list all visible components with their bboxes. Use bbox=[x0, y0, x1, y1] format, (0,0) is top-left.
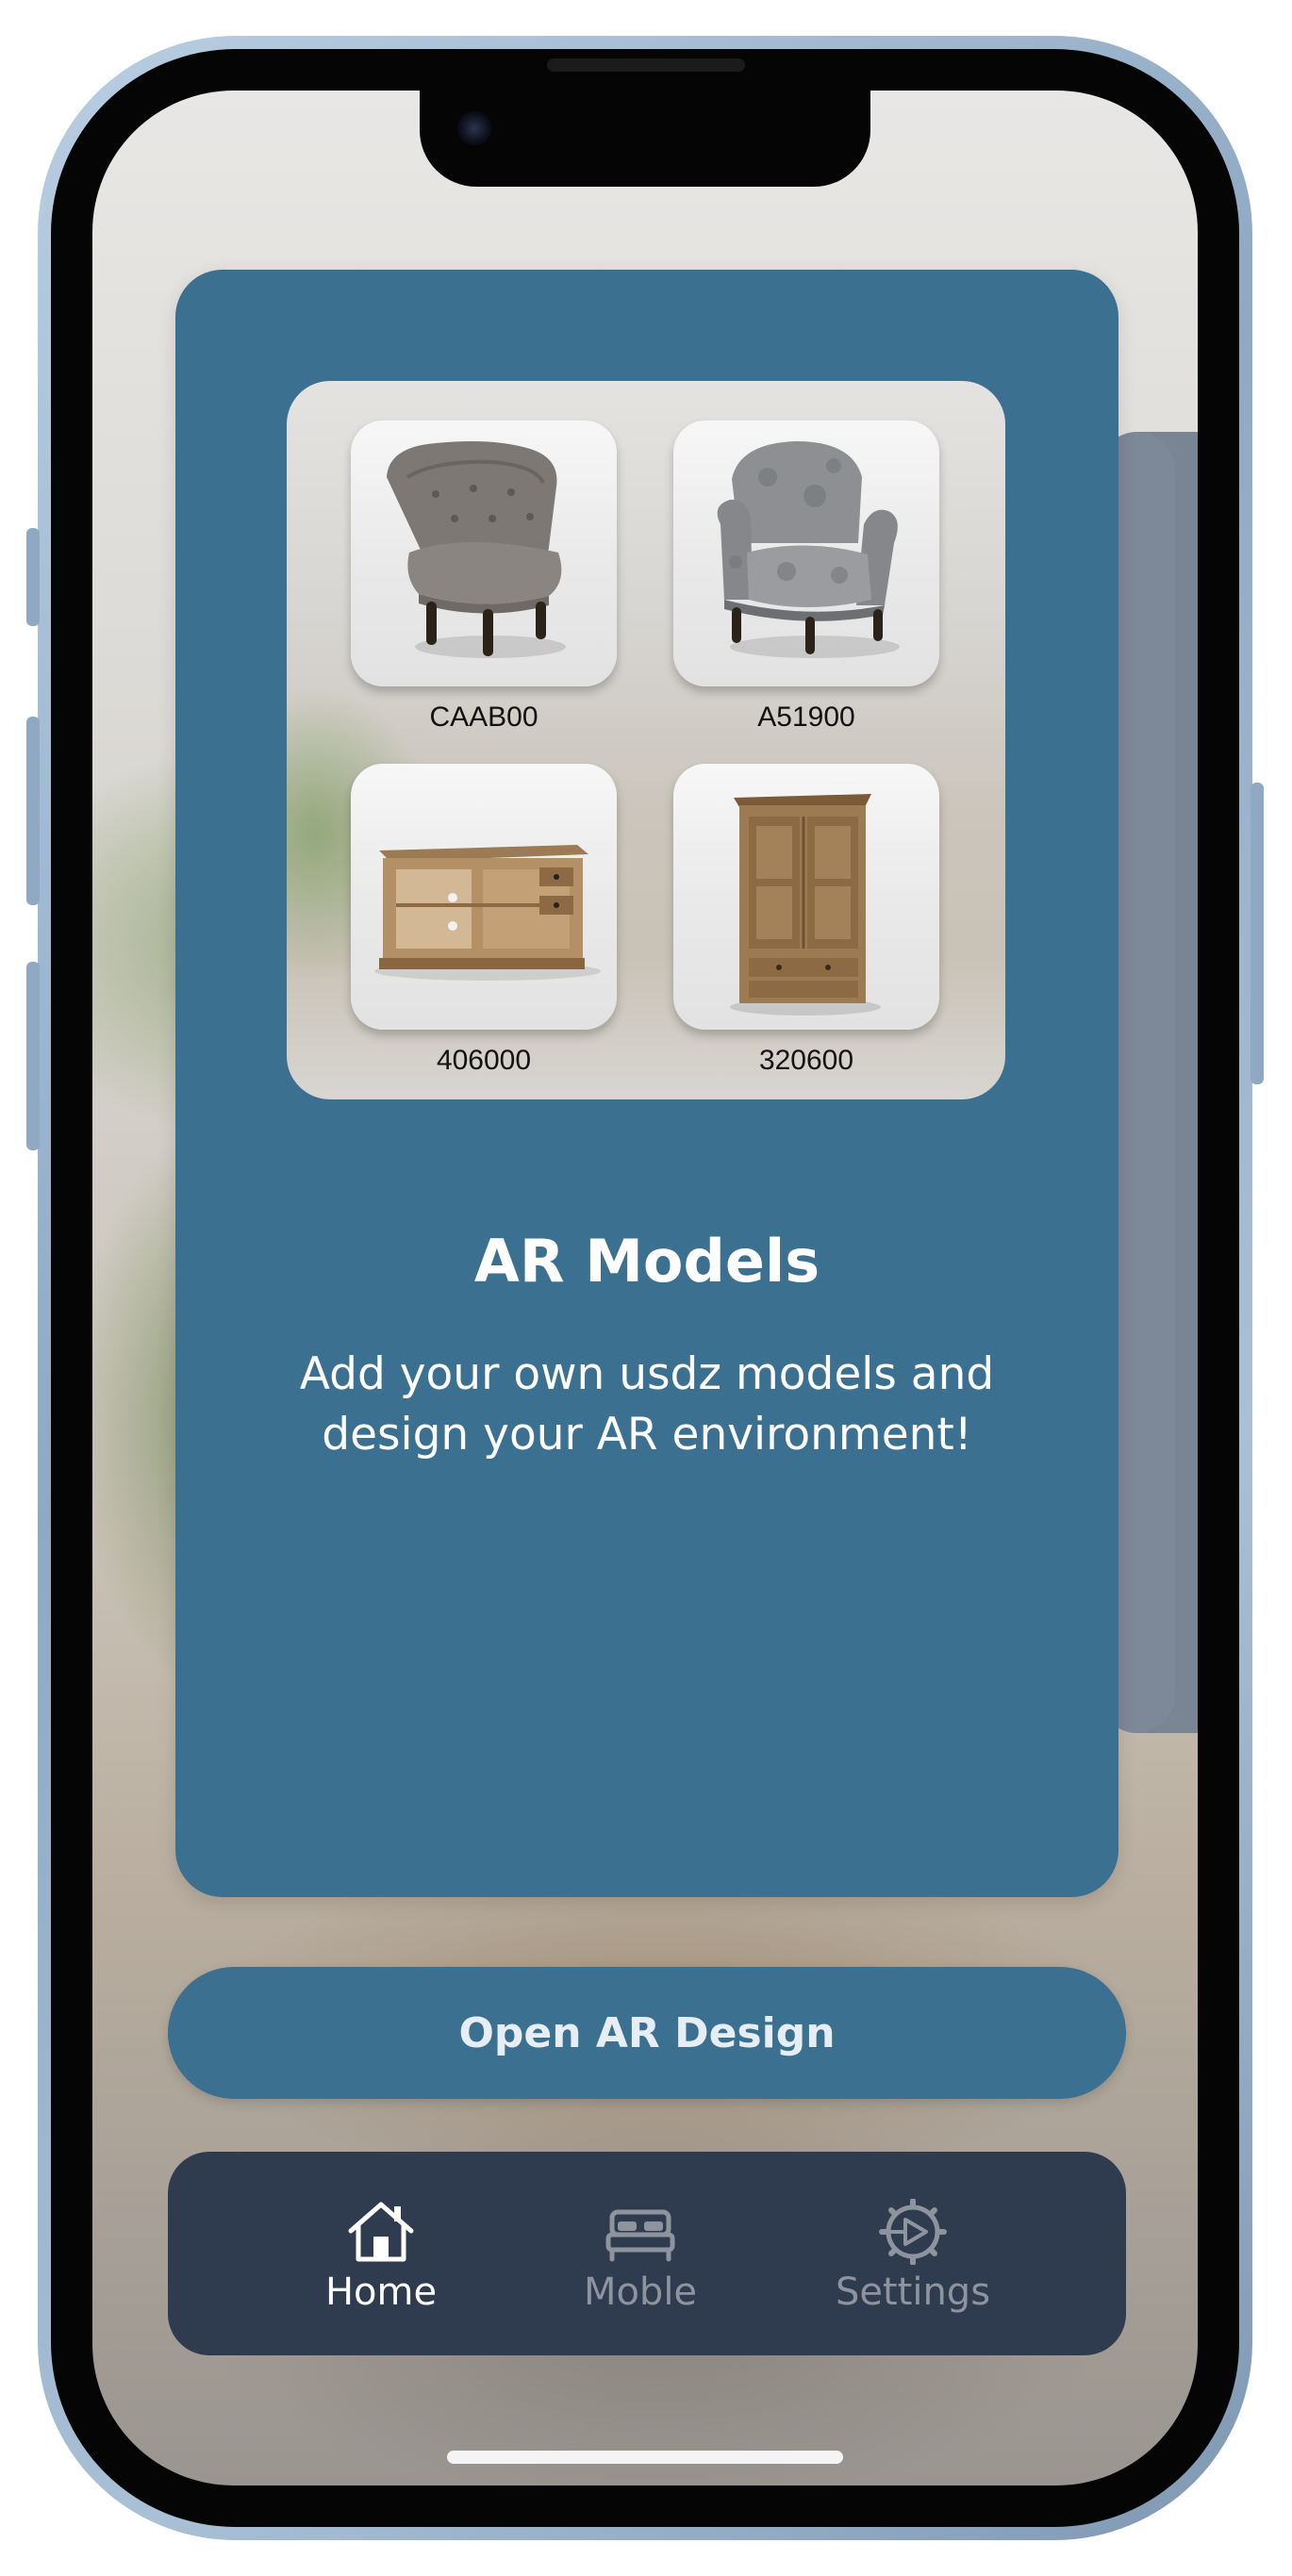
tufted-chair-icon bbox=[387, 441, 566, 658]
sideboard-icon bbox=[374, 845, 601, 981]
card-title: AR Models bbox=[473, 1227, 820, 1296]
model-preview-grid: CAAB00 A51900 406000 320600 bbox=[287, 381, 1005, 1099]
bed-icon bbox=[605, 2209, 675, 2262]
model-code-label: 406000 bbox=[436, 1045, 532, 1076]
gear-icon bbox=[879, 2199, 947, 2265]
model-tile[interactable] bbox=[351, 764, 617, 1030]
tab-moble[interactable]: Moble bbox=[518, 2152, 763, 2355]
notch bbox=[420, 91, 870, 187]
tab-label: Home bbox=[324, 2271, 438, 2314]
front-camera-icon bbox=[457, 111, 491, 145]
ar-models-card[interactable]: CAAB00 A51900 406000 320600 AR Models Ad… bbox=[175, 270, 1118, 1897]
tab-label: Settings bbox=[835, 2271, 991, 2314]
tab-bar: Home Moble Settings bbox=[168, 2152, 1126, 2355]
open-ar-design-button[interactable]: Open AR Design bbox=[168, 1967, 1126, 2099]
app-screen: CAAB00 A51900 406000 320600 AR Models Ad… bbox=[92, 91, 1198, 2485]
power-button bbox=[1251, 783, 1264, 1084]
model-tile[interactable] bbox=[351, 421, 617, 686]
model-tile[interactable] bbox=[673, 764, 939, 1030]
model-code-label: CAAB00 bbox=[429, 702, 538, 733]
card-description: Add your own usdz models and design your… bbox=[299, 1348, 995, 1461]
volume-down-button bbox=[26, 962, 40, 1150]
model-tile[interactable] bbox=[673, 421, 939, 686]
mute-switch bbox=[26, 528, 40, 626]
earpiece-speaker bbox=[547, 58, 745, 72]
model-code-label: 320600 bbox=[758, 1045, 854, 1076]
tab-settings[interactable]: Settings bbox=[790, 2152, 1035, 2355]
armchair-icon bbox=[717, 441, 900, 658]
wardrobe-icon bbox=[730, 794, 881, 1016]
model-code-label: A51900 bbox=[757, 702, 855, 733]
volume-up-button bbox=[26, 717, 40, 905]
home-indicator[interactable] bbox=[447, 2451, 843, 2464]
house-icon bbox=[348, 2202, 414, 2262]
tab-label: Moble bbox=[583, 2271, 698, 2314]
tab-home[interactable]: Home bbox=[258, 2152, 504, 2355]
